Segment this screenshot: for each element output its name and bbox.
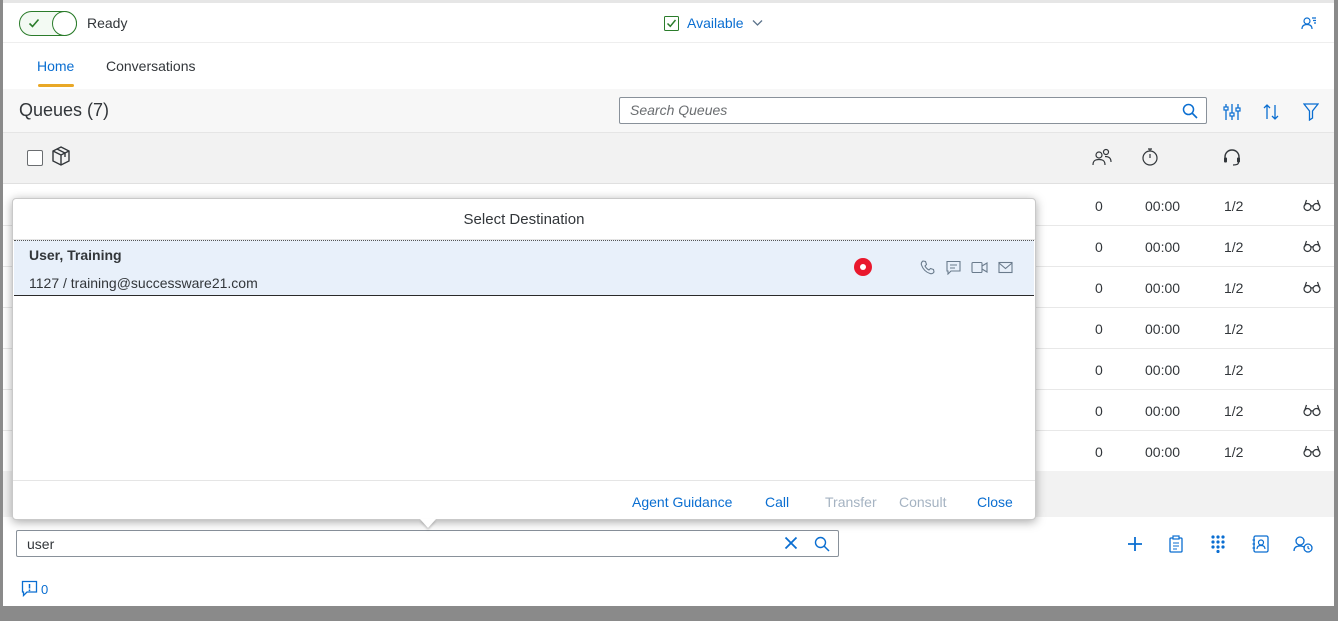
sort-icon[interactable]: [1262, 103, 1280, 121]
destination-search-field[interactable]: [16, 530, 839, 557]
consult-button: Consult: [899, 494, 947, 510]
popover-title: Select Destination: [13, 199, 1035, 240]
wait-time: 00:00: [1145, 198, 1181, 214]
timer-icon: [1141, 148, 1159, 166]
waiting-count: 0: [1095, 403, 1103, 419]
queues-header: Queues (7): [3, 89, 1334, 133]
app-window: Ready Available Home Conversations Queue…: [3, 0, 1334, 606]
select-destination-popover: Select Destination User, Training 1127 /…: [12, 198, 1036, 520]
clipboard-icon[interactable]: [1168, 535, 1184, 553]
check-icon: [28, 17, 40, 29]
top-bar: Ready Available: [3, 3, 1334, 43]
agents-icon: [1092, 148, 1112, 166]
clear-icon[interactable]: [784, 536, 798, 550]
waiting-count: 0: [1095, 362, 1103, 378]
wait-time: 00:00: [1145, 321, 1181, 337]
glasses-icon[interactable]: [1303, 198, 1321, 212]
waiting-count: 0: [1095, 198, 1103, 214]
wait-time: 00:00: [1145, 362, 1181, 378]
queue-type-icon: [52, 146, 70, 166]
wait-time: 00:00: [1145, 239, 1181, 255]
status-label: Ready: [87, 15, 128, 31]
destination-detail: 1127 / training@successware21.com: [29, 275, 258, 291]
agents-ratio: 1/2: [1224, 403, 1244, 419]
select-all-checkbox[interactable]: [27, 150, 43, 166]
add-icon[interactable]: [1126, 535, 1144, 553]
wait-time: 00:00: [1145, 280, 1181, 296]
toggle-knob: [52, 11, 77, 36]
waiting-count: 0: [1095, 444, 1103, 460]
active-tab-indicator: [38, 84, 74, 87]
wait-time: 00:00: [1145, 403, 1181, 419]
waiting-count: 0: [1095, 239, 1103, 255]
glasses-icon[interactable]: [1303, 444, 1321, 458]
search-icon[interactable]: [814, 536, 830, 552]
settings-sliders-icon[interactable]: [1223, 103, 1241, 121]
email-icon[interactable]: [998, 260, 1013, 275]
team-presence-icon[interactable]: [1293, 535, 1313, 553]
agents-ratio: 1/2: [1224, 444, 1244, 460]
close-button[interactable]: Close: [977, 494, 1013, 510]
destination-list-item[interactable]: User, Training 1127 / training@successwa…: [14, 240, 1034, 296]
available-checkbox-icon[interactable]: [664, 16, 679, 31]
destination-search-input[interactable]: [27, 536, 767, 552]
search-icon[interactable]: [1182, 103, 1198, 119]
call-button[interactable]: Call: [765, 494, 789, 510]
chevron-down-icon[interactable]: [752, 19, 763, 27]
chat-icon[interactable]: [946, 260, 961, 275]
availability-dropdown[interactable]: Available: [687, 15, 744, 31]
notification-icon[interactable]: [21, 580, 38, 597]
queue-column-header: [3, 133, 1334, 184]
popover-footer: Agent Guidance Call Transfer Consult Clo…: [13, 480, 1035, 520]
dialpad-icon[interactable]: [1210, 535, 1226, 553]
tab-home[interactable]: Home: [37, 58, 74, 74]
queue-search-input[interactable]: [630, 102, 1170, 118]
agents-ratio: 1/2: [1224, 321, 1244, 337]
destination-name: User, Training: [29, 247, 122, 263]
contact-book-icon[interactable]: [1252, 535, 1270, 553]
phone-icon[interactable]: [920, 260, 935, 275]
agents-ratio: 1/2: [1224, 198, 1244, 214]
filter-icon[interactable]: [1303, 103, 1319, 121]
transfer-button: Transfer: [825, 494, 877, 510]
waiting-count: 0: [1095, 321, 1103, 337]
glasses-icon[interactable]: [1303, 239, 1321, 253]
headset-icon: [1222, 148, 1242, 166]
tab-conversations[interactable]: Conversations: [106, 58, 196, 74]
glasses-icon[interactable]: [1303, 280, 1321, 294]
wait-time: 00:00: [1145, 444, 1181, 460]
tab-bar: Home Conversations: [3, 43, 1334, 89]
queue-search-field[interactable]: [619, 97, 1207, 124]
video-icon[interactable]: [971, 260, 988, 275]
agents-ratio: 1/2: [1224, 239, 1244, 255]
ready-toggle[interactable]: [19, 11, 77, 36]
agents-ratio: 1/2: [1224, 280, 1244, 296]
agents-ratio: 1/2: [1224, 362, 1244, 378]
presence-status-icon: [854, 258, 872, 276]
waiting-count: 0: [1095, 280, 1103, 296]
glasses-icon[interactable]: [1303, 403, 1321, 417]
popover-arrow: [420, 519, 436, 528]
notification-count[interactable]: 0: [41, 582, 48, 597]
queues-title: Queues (7): [19, 100, 110, 120]
agent-guidance-button[interactable]: Agent Guidance: [632, 494, 732, 510]
user-settings-icon[interactable]: [1301, 15, 1317, 31]
